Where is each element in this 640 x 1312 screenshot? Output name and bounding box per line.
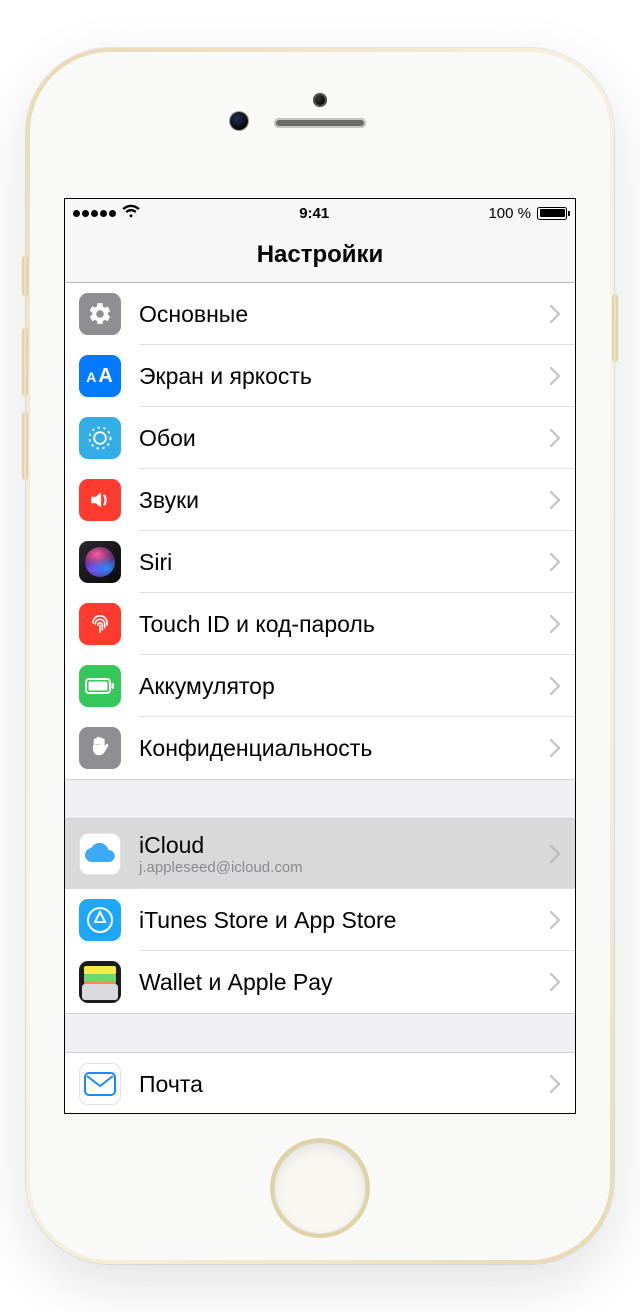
stage: 9:41 100 % Настройки Основные	[0, 0, 640, 1312]
row-label: Touch ID и код-пароль	[139, 611, 550, 637]
chevron-right-icon	[550, 491, 561, 509]
row-label: iTunes Store и App Store	[139, 907, 550, 933]
row-label: iCloud	[139, 832, 550, 858]
chevron-right-icon	[550, 553, 561, 571]
wifi-icon	[122, 204, 140, 222]
page-title: Настройки	[257, 241, 384, 269]
row-mail[interactable]: Почта	[65, 1053, 575, 1114]
display-icon: AA	[79, 355, 121, 397]
group-separator	[65, 779, 575, 819]
chevron-right-icon	[550, 429, 561, 447]
battery-icon	[537, 207, 567, 220]
row-label: Siri	[139, 549, 550, 575]
phone-body: 9:41 100 % Настройки Основные	[26, 48, 614, 1264]
row-label: Аккумулятор	[139, 673, 550, 699]
gear-icon	[79, 293, 121, 335]
fingerprint-icon	[79, 603, 121, 645]
screen: 9:41 100 % Настройки Основные	[64, 198, 576, 1114]
row-battery[interactable]: Аккумулятор	[65, 655, 575, 717]
speaker-icon	[79, 479, 121, 521]
row-siri[interactable]: Siri	[65, 531, 575, 593]
row-wallet[interactable]: Wallet и Apple Pay	[65, 951, 575, 1013]
power-button	[612, 294, 618, 362]
row-label: Основные	[139, 301, 550, 327]
mute-switch	[22, 256, 28, 296]
chevron-right-icon	[550, 911, 561, 929]
row-label: Wallet и Apple Pay	[139, 969, 550, 995]
volume-down-button	[22, 412, 28, 480]
home-button[interactable]	[274, 1142, 366, 1234]
status-left	[73, 204, 140, 222]
status-bar: 9:41 100 %	[65, 199, 575, 227]
volume-up-button	[22, 328, 28, 396]
mail-icon	[79, 1063, 121, 1105]
row-label: Конфиденциальность	[139, 735, 550, 761]
front-camera	[313, 93, 327, 107]
siri-icon	[79, 541, 121, 583]
battery-icon	[79, 665, 121, 707]
row-label: Звуки	[139, 487, 550, 513]
chevron-right-icon	[550, 1075, 561, 1093]
chevron-right-icon	[550, 615, 561, 633]
chevron-right-icon	[550, 305, 561, 323]
chevron-right-icon	[550, 845, 561, 863]
settings-list[interactable]: Основные AA Экран и яркость	[65, 283, 575, 1114]
phone-bezel: 9:41 100 % Настройки Основные	[30, 52, 610, 1260]
appstore-icon	[79, 899, 121, 941]
row-display[interactable]: AA Экран и яркость	[65, 345, 575, 407]
row-label: Обои	[139, 425, 550, 451]
status-clock: 9:41	[140, 205, 488, 222]
cloud-icon	[79, 833, 121, 875]
battery-percentage: 100 %	[488, 205, 531, 222]
row-itunes[interactable]: iTunes Store и App Store	[65, 889, 575, 951]
row-icloud[interactable]: iCloud j.appleseed@icloud.com	[65, 819, 575, 889]
proximity-sensor	[230, 112, 248, 130]
row-label: Экран и яркость	[139, 363, 550, 389]
hand-icon	[79, 727, 121, 769]
row-touchid[interactable]: Touch ID и код-пароль	[65, 593, 575, 655]
row-privacy[interactable]: Конфиденциальность	[65, 717, 575, 779]
wallet-icon	[79, 961, 121, 1003]
group-separator	[65, 1013, 575, 1053]
row-sounds[interactable]: Звуки	[65, 469, 575, 531]
nav-bar: Настройки	[65, 227, 575, 283]
wallpaper-icon	[79, 417, 121, 459]
signal-dots-icon	[73, 210, 116, 217]
chevron-right-icon	[550, 677, 561, 695]
row-label: Почта	[139, 1071, 550, 1097]
chevron-right-icon	[550, 367, 561, 385]
chevron-right-icon	[550, 973, 561, 991]
row-sublabel: j.appleseed@icloud.com	[139, 859, 550, 876]
chevron-right-icon	[550, 739, 561, 757]
status-right: 100 %	[488, 205, 567, 222]
row-wallpaper[interactable]: Обои	[65, 407, 575, 469]
earpiece	[274, 118, 366, 128]
row-general[interactable]: Основные	[65, 283, 575, 345]
